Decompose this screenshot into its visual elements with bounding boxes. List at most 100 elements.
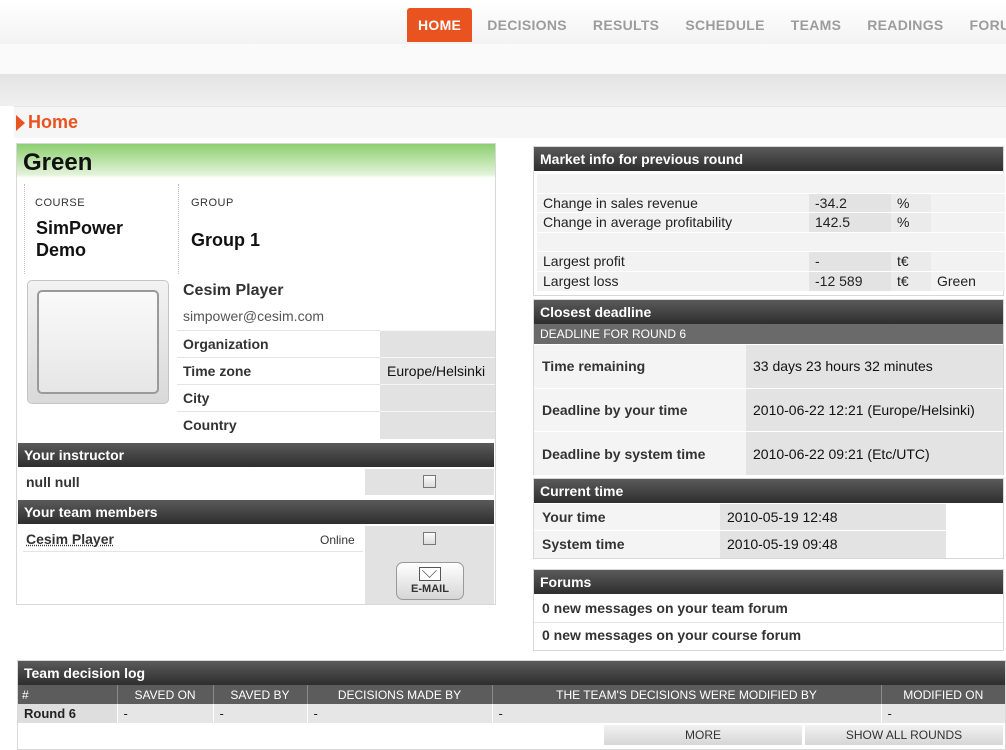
nav-readings[interactable]: READINGS	[854, 8, 956, 42]
table-row: Change in average profitability 142.5 %	[537, 212, 1005, 232]
nav-forums[interactable]: FORUMS	[957, 8, 1006, 42]
profile-panel: Green COURSE SimPower Demo GROUP Group 1…	[16, 143, 496, 605]
market-team	[931, 212, 1005, 232]
current-time-heading: Current time	[534, 479, 1003, 503]
market-unit: %	[891, 192, 931, 213]
round-cell: Round 6	[18, 704, 117, 723]
email-button[interactable]: E-MAIL	[396, 562, 464, 600]
time-value: 2010-05-19 12:48	[720, 503, 946, 531]
deadline-label: Deadline by your time	[534, 387, 746, 432]
deadline-label: Deadline by system time	[534, 431, 746, 475]
forums-heading: Forums	[534, 570, 1003, 594]
team-members-heading: Your team members	[18, 500, 494, 524]
table-row	[537, 231, 1005, 252]
nav-schedule[interactable]: SCHEDULE	[672, 8, 777, 42]
member-checkbox[interactable]	[423, 532, 436, 545]
info-row-organization: Organization	[177, 330, 495, 358]
decision-log-heading: Team decision log	[18, 661, 1005, 685]
instructor-heading: Your instructor	[18, 443, 494, 467]
market-info-heading: Market info for previous round	[534, 147, 1003, 171]
deadline-label: Time remaining	[534, 344, 746, 388]
market-label: Largest profit	[537, 251, 809, 271]
deadline-round-subheading: DEADLINE FOR ROUND 6	[534, 324, 1003, 344]
market-team	[931, 192, 1005, 213]
deadline-value: 2010-06-22 12:21 (Europe/Helsinki)	[746, 387, 1003, 432]
info-label: Organization	[177, 330, 380, 358]
profile-info-table: Organization Time zone Europe/Helsinki C…	[177, 330, 495, 439]
deadline-table: Time remaining 33 days 23 hours 32 minut…	[534, 344, 1003, 475]
table-row: System time 2010-05-19 09:48	[534, 530, 946, 558]
table-row: Your time 2010-05-19 12:48	[534, 503, 946, 531]
top-navigation: HOME DECISIONS RESULTS SCHEDULE TEAMS RE…	[0, 0, 1006, 44]
instructor-name: null null	[26, 474, 80, 490]
table-row: Time remaining 33 days 23 hours 32 minut…	[534, 344, 1003, 388]
table-row: Largest loss -12 589 t€ Green	[537, 270, 1005, 291]
table-header-row: # SAVED ON SAVED BY DECISIONS MADE BY TH…	[18, 685, 1005, 704]
more-button[interactable]: MORE	[604, 725, 802, 745]
deadline-heading: Closest deadline	[534, 300, 1003, 324]
table-row	[537, 173, 1005, 193]
market-unit: t€	[891, 270, 931, 291]
market-value: -12 589	[809, 270, 891, 291]
course-name: SimPower Demo	[36, 218, 124, 260]
table-cell: -	[116, 704, 213, 723]
column-header: THE TEAM'S DECISIONS WERE MODIFIED BY	[491, 685, 881, 704]
team-header: Green	[17, 144, 495, 178]
time-label: Your time	[534, 503, 720, 531]
info-row-timezone: Time zone Europe/Helsinki	[177, 357, 495, 385]
info-row-city: City	[177, 384, 495, 412]
group-label: GROUP	[191, 197, 234, 209]
market-info-table: Change in sales revenue -34.2 % Change i…	[537, 173, 1005, 291]
market-value: -34.2	[809, 192, 891, 213]
course-box: COURSE SimPower Demo	[24, 184, 179, 274]
nav-decisions[interactable]: DECISIONS	[474, 8, 580, 42]
group-box: GROUP Group 1	[191, 184, 391, 274]
instructor-select-cell	[365, 469, 494, 495]
nav-results[interactable]: RESULTS	[580, 8, 672, 42]
current-time-table: Your time 2010-05-19 12:48 System time 2…	[534, 503, 946, 558]
time-label: System time	[534, 530, 720, 558]
page-header: Home	[14, 106, 1006, 138]
arrow-right-icon	[16, 115, 25, 131]
table-row: Change in sales revenue -34.2 %	[537, 192, 1005, 213]
member-divider	[23, 551, 363, 552]
market-team: Green	[931, 270, 1005, 291]
show-all-rounds-button[interactable]: SHOW ALL ROUNDS	[805, 725, 1003, 745]
deadline-value: 2010-06-22 09:21 (Etc/UTC)	[746, 431, 1003, 475]
team-forum-link[interactable]: 0 new messages on your team forum	[542, 600, 788, 616]
player-name: Cesim Player	[183, 282, 284, 299]
info-label: City	[177, 384, 380, 412]
deadline-value: 33 days 23 hours 32 minutes	[746, 344, 1003, 388]
course-forum-link[interactable]: 0 new messages on your course forum	[542, 627, 801, 643]
envelope-icon	[419, 567, 441, 581]
column-header: MODIFIED ON	[880, 685, 1005, 704]
table-row: Largest profit - t€	[537, 251, 1005, 271]
decision-log-panel: Team decision log # SAVED ON SAVED BY DE…	[17, 660, 1006, 750]
member-name-link[interactable]: Cesim Player	[26, 526, 114, 552]
time-value: 2010-05-19 09:48	[720, 530, 946, 558]
instructor-checkbox[interactable]	[423, 475, 436, 488]
column-header: DECISIONS MADE BY	[306, 685, 492, 704]
column-header: SAVED BY	[212, 685, 307, 704]
avatar[interactable]	[27, 280, 169, 404]
info-value: Europe/Helsinki	[380, 357, 495, 385]
nav-teams[interactable]: TEAMS	[778, 8, 855, 42]
subheader-band	[0, 74, 1006, 106]
table-cell: -	[880, 704, 1005, 723]
player-email: simpower@cesim.com	[183, 308, 325, 324]
market-label: Largest loss	[537, 270, 809, 291]
main-menu: HOME DECISIONS RESULTS SCHEDULE TEAMS RE…	[407, 8, 1006, 42]
info-label: Country	[177, 411, 380, 439]
info-value	[380, 411, 495, 439]
market-team	[931, 251, 1005, 271]
avatar-placeholder	[37, 290, 159, 394]
course-label: COURSE	[35, 197, 86, 209]
table-cell: -	[212, 704, 307, 723]
header-band	[0, 44, 1006, 74]
nav-home[interactable]: HOME	[407, 8, 473, 42]
market-unit: t€	[891, 251, 931, 271]
market-value: 142.5	[809, 212, 891, 232]
table-row: Deadline by system time 2010-06-22 09:21…	[534, 431, 1003, 475]
member-status: Online	[320, 533, 355, 547]
email-button-label: E-MAIL	[411, 583, 449, 595]
